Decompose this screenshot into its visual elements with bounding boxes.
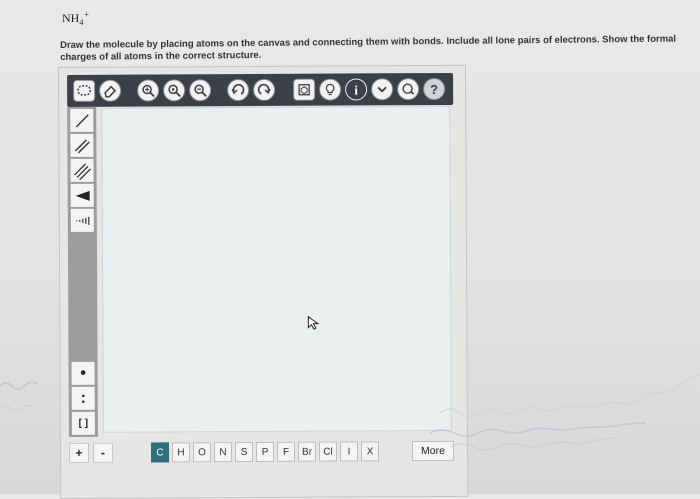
element-button-i[interactable]: I — [340, 441, 358, 461]
undo-icon[interactable] — [227, 79, 249, 101]
double-bond-icon[interactable] — [70, 134, 93, 157]
help-symbol: ? — [430, 83, 438, 96]
select-lasso-icon[interactable] — [73, 80, 95, 102]
wedge-bond-icon[interactable] — [71, 184, 94, 207]
eraser-icon[interactable] — [99, 80, 121, 102]
chevron-down-icon[interactable] — [371, 78, 393, 100]
lone-pair-symbol: : — [81, 389, 86, 407]
element-button-cl[interactable]: Cl — [319, 442, 337, 462]
question-instructions: Draw the molecule by placing atoms on th… — [60, 33, 688, 63]
element-button-n[interactable]: N — [214, 442, 232, 462]
sketcher-toolbar: i ? — [67, 73, 453, 107]
check-icon[interactable] — [397, 78, 419, 100]
element-button-br[interactable]: Br — [298, 442, 316, 462]
element-button-s[interactable]: S — [235, 442, 253, 462]
zoom-out-icon[interactable] — [189, 79, 211, 101]
more-elements-button[interactable]: More — [412, 441, 454, 461]
help-icon[interactable]: ? — [423, 78, 445, 100]
brackets-symbol: [ ] — [79, 418, 89, 429]
single-bond-icon[interactable] — [70, 109, 93, 132]
element-button-p[interactable]: P — [256, 442, 274, 462]
element-button-f[interactable]: F — [277, 442, 295, 462]
radical-tool[interactable]: • — [72, 362, 95, 385]
formula-subscript: 4 — [79, 18, 83, 27]
info-symbol: i — [354, 83, 358, 96]
plus-charge-button[interactable]: + — [69, 443, 89, 463]
molecule-sketcher: i ? — [58, 65, 468, 499]
brackets-tool[interactable]: [ ] — [72, 412, 95, 435]
triple-bond-icon[interactable] — [70, 159, 93, 182]
radical-symbol: • — [80, 364, 86, 382]
redo-icon[interactable] — [253, 79, 275, 101]
drawing-canvas[interactable] — [101, 106, 452, 433]
info-icon[interactable]: i — [345, 78, 367, 100]
mouse-cursor-icon — [307, 316, 319, 330]
element-button-c[interactable]: C — [151, 442, 169, 462]
element-button-h[interactable]: H — [172, 442, 190, 462]
hash-bond-icon[interactable] — [71, 209, 94, 232]
element-button-o[interactable]: O — [193, 442, 211, 462]
sketcher-sidebar: • : [ ] — [67, 107, 98, 437]
question-formula: NH4+ — [62, 11, 89, 26]
zoom-in-icon[interactable] — [137, 79, 159, 101]
hint-icon[interactable] — [319, 79, 341, 101]
element-bar: + - CHONSPFBrClIX More — [69, 437, 455, 467]
element-button-x[interactable]: X — [361, 441, 379, 461]
zoom-reset-icon[interactable] — [163, 79, 185, 101]
element-buttons: CHONSPFBrClIX — [151, 441, 382, 462]
formula-main: NH — [62, 11, 79, 25]
lone-pair-tool[interactable]: : — [72, 387, 95, 410]
minus-charge-button[interactable]: - — [93, 443, 113, 463]
background-doodle — [0, 378, 40, 418]
template-icon[interactable] — [293, 79, 315, 101]
formula-charge: + — [84, 10, 89, 19]
